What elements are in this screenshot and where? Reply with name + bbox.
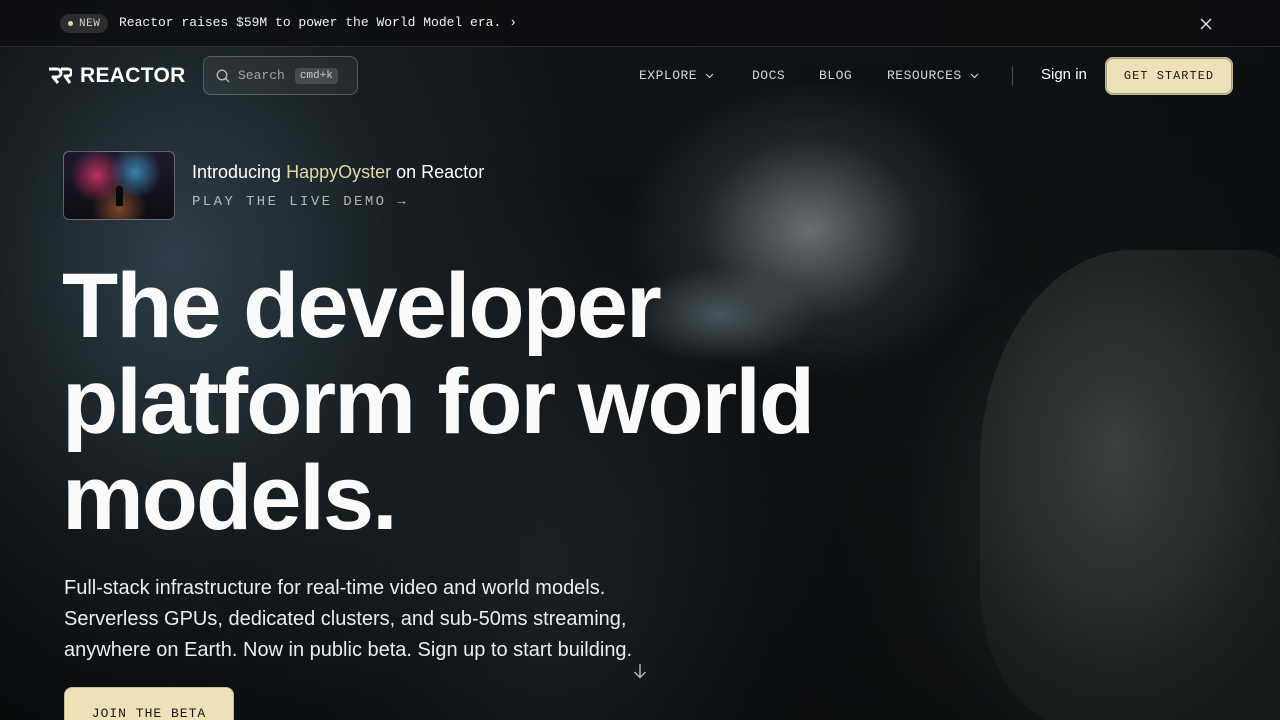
arrow-down-icon[interactable] [631,662,649,680]
search-shortcut-badge: cmd+k [294,67,338,84]
promo-title-accent: HappyOyster [286,162,392,182]
search-box[interactable]: Search cmd+k [203,56,358,95]
reactor-logo-icon [49,67,72,84]
join-beta-button[interactable]: JOIN THE BETA [64,687,234,720]
chevron-down-icon [705,73,714,78]
reactor-logo[interactable]: REACTOR [48,64,186,88]
new-badge: NEW [60,14,109,33]
hero-subtext: Full-stack infrastructure for real-time … [64,577,633,661]
announcement-bar: NEW Reactor raises $59M to power the Wor… [0,0,1280,47]
close-icon [1200,18,1212,30]
search-icon [216,69,230,82]
nav-item-blog[interactable]: BLOG [819,68,852,83]
sign-in-link[interactable]: Sign in [1041,66,1087,83]
badge-label: NEW [79,17,101,30]
nav-item-explore[interactable]: EXPLORE [639,68,714,83]
logo-text: REACTOR [80,64,186,87]
thumbnail-figure [116,186,123,206]
background-rock [980,250,1280,720]
hero-headline: The developer platform for world models. [62,255,815,549]
announcement-text: Reactor raises $59M to power the World M… [119,15,502,30]
play-demo-link[interactable]: PLAY THE LIVE DEMO → [192,194,408,210]
promo-title: Introducing HappyOyster on Reactor [192,162,484,183]
nav-item-docs[interactable]: DOCS [752,68,785,83]
promo-title-prefix: Introducing [192,162,282,182]
nav-item-label: EXPLORE [639,68,698,83]
announcement-link[interactable]: Reactor raises $59M to power the World M… [119,15,517,30]
nav-item-label: RESOURCES [887,68,962,83]
promo-thumbnail[interactable] [63,151,175,220]
promo-title-suffix: on Reactor [396,162,485,182]
nav-item-resources[interactable]: RESOURCES [887,68,979,83]
close-announcement-button[interactable] [1196,14,1216,34]
chevron-down-icon [970,73,979,78]
get-started-button[interactable]: GET STARTED [1105,57,1233,95]
badge-dot-icon [68,21,73,26]
nav-item-label: DOCS [752,68,786,83]
nav-item-label: BLOG [819,68,853,83]
search-placeholder: Search [238,68,285,83]
nav-divider [1012,66,1013,86]
chevron-right-icon: › [509,15,518,30]
